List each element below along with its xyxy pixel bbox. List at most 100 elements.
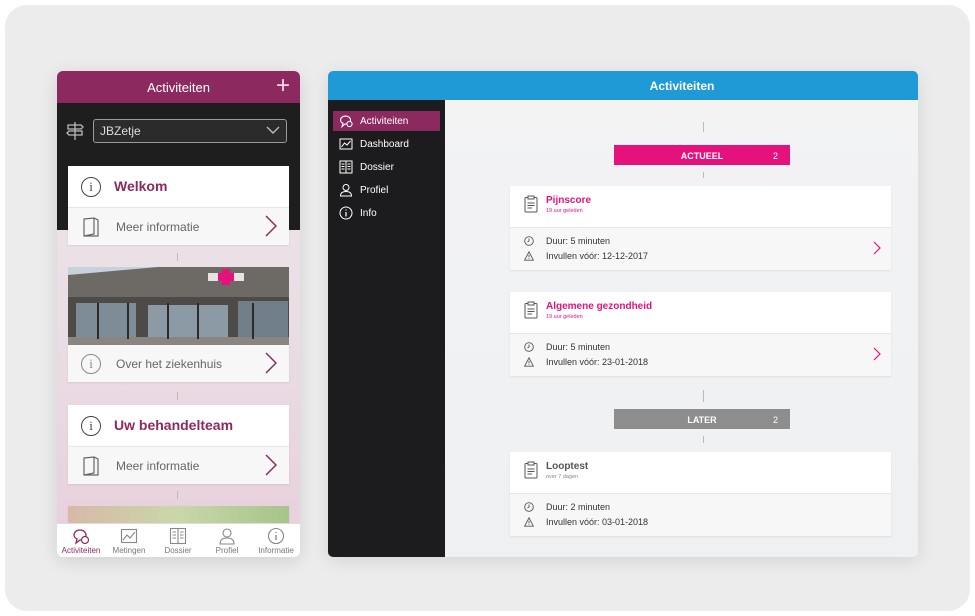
activity-name: Pijnscore (546, 195, 592, 206)
timeline-connector (703, 122, 704, 132)
chart-icon (120, 528, 138, 544)
activity-card-details: Duur: 5 minuten Invullen vóór: 12-12-201… (510, 228, 891, 270)
team-more-info-button[interactable]: Meer informatie (68, 447, 289, 484)
activity-card[interactable]: Pijnscore 19 uur geleden Duur: 5 minuten… (510, 186, 891, 270)
phone-header: Activiteiten + (57, 71, 300, 103)
activity-name: Algemene gezondheid (546, 301, 653, 312)
tab-activiteiten[interactable]: Activiteiten (57, 524, 105, 557)
welkom-title-row: i Welkom (68, 166, 289, 208)
activities-icon (339, 115, 353, 128)
warning-icon (524, 357, 534, 367)
info-icon: i (81, 354, 101, 374)
chart-icon (339, 138, 353, 150)
group-header-actueel: ACTUEEL 2 (614, 145, 790, 165)
team-more-info-label: Meer informatie (116, 459, 200, 473)
group-label: LATER (687, 415, 717, 425)
team-card: i Uw behandelteam Meer informatie (68, 405, 289, 484)
tablet-sidebar: Activiteiten Dashboard Dossier Profiel I… (328, 100, 445, 557)
tab-profiel[interactable]: Profiel (203, 524, 251, 557)
timeline-connector (177, 392, 178, 400)
timeline-connector (177, 491, 178, 499)
activity-deadline: Invullen vóór: 03-01-2018 (546, 517, 649, 527)
hospital-photo (68, 267, 289, 345)
profile-icon (219, 528, 235, 545)
chevron-right-icon (265, 215, 277, 237)
activity-duration: Duur: 5 minuten (546, 342, 611, 352)
sidebar-item-dashboard[interactable]: Dashboard (333, 134, 440, 154)
sidebar-item-info[interactable]: Info (333, 203, 440, 223)
activity-card-header: Algemene gezondheid 19 uur geleden (510, 292, 891, 334)
group-count: 2 (772, 151, 778, 161)
chevron-right-icon (265, 352, 277, 374)
sidebar-item-label: Info (360, 208, 377, 219)
timeline-connector (703, 172, 704, 178)
activity-card[interactable]: Looptest over 7 dagen Duur: 2 minuten In… (510, 452, 891, 536)
activity-duration: Duur: 2 minuten (546, 502, 611, 512)
location-select-value: JBZetje (100, 124, 141, 138)
group-header-later: LATER 2 (614, 409, 790, 429)
tab-label: Informatie (258, 546, 294, 555)
activity-deadline: Invullen vóór: 12-12-2017 (546, 251, 649, 261)
hospital-info-label: Over het ziekenhuis (116, 357, 223, 371)
info-icon (267, 527, 285, 545)
chevron-right-icon (265, 454, 277, 476)
clock-icon (524, 502, 534, 512)
plus-icon[interactable]: + (276, 74, 290, 98)
clipboard-icon (524, 461, 538, 479)
timeline-connector (177, 253, 178, 261)
sidebar-item-profiel[interactable]: Profiel (333, 180, 440, 200)
dossier-icon (169, 527, 187, 545)
activity-time: 19 uur geleden (546, 208, 583, 214)
tablet-header-title: Activiteiten (649, 79, 715, 93)
timeline-connector (703, 436, 704, 443)
sidebar-item-label: Profiel (360, 185, 389, 196)
sidebar-item-label: Activiteiten (360, 116, 409, 127)
activity-card-details: Duur: 2 minuten Invullen vóór: 03-01-201… (510, 494, 891, 536)
chevron-right-icon (873, 241, 881, 255)
team-title: Uw behandelteam (114, 417, 234, 433)
warning-icon (524, 251, 534, 261)
phone-tab-bar: Activiteiten Metingen Dossier Profiel In… (57, 523, 300, 557)
sidebar-item-dossier[interactable]: Dossier (333, 157, 440, 177)
tablet-app: Activiteiten Activiteiten Dashboard Doss… (328, 71, 918, 557)
info-icon: i (81, 416, 101, 436)
activity-duration: Duur: 5 minuten (546, 236, 611, 246)
activity-card[interactable]: Algemene gezondheid 19 uur geleden Duur:… (510, 292, 891, 376)
tab-label: Metingen (112, 546, 146, 555)
hospital-card: i Over het ziekenhuis (68, 345, 289, 382)
activity-time: 19 uur geleden (546, 314, 583, 320)
sidebar-item-label: Dossier (360, 162, 394, 173)
tab-label: Profiel (215, 546, 239, 555)
info-icon: i (81, 177, 101, 197)
sidebar-item-activiteiten[interactable]: Activiteiten (333, 111, 440, 131)
sidebar-item-label: Dashboard (360, 139, 409, 150)
chevron-right-icon (873, 347, 881, 361)
profile-icon (339, 184, 353, 197)
tab-informatie[interactable]: Informatie (252, 524, 300, 557)
activity-time: over 7 dagen (546, 474, 579, 480)
tablet-main: ACTUEEL 2 Pijnscore 19 uur geleden Duur:… (445, 100, 918, 557)
timeline-connector (703, 390, 704, 402)
clock-icon (524, 342, 534, 352)
info-icon (339, 206, 353, 220)
activity-card-details: Duur: 5 minuten Invullen vóór: 23-01-201… (510, 334, 891, 376)
book-icon (83, 456, 99, 476)
activity-card-header: Looptest over 7 dagen (510, 452, 891, 494)
clipboard-icon (524, 301, 538, 319)
tab-metingen[interactable]: Metingen (105, 524, 153, 557)
warning-icon (524, 517, 534, 527)
location-select[interactable]: JBZetje (93, 119, 287, 143)
welkom-title: Welkom (114, 178, 168, 194)
phone-app: Activiteiten + JBZetje i Welkom Meer inf… (57, 71, 300, 557)
activity-deadline: Invullen vóór: 23-01-2018 (546, 357, 649, 367)
activity-name: Looptest (546, 461, 589, 472)
dossier-icon (339, 160, 353, 174)
group-label: ACTUEEL (680, 151, 724, 161)
chevron-down-icon (266, 126, 280, 134)
activities-icon (73, 529, 90, 545)
tab-dossier[interactable]: Dossier (154, 524, 202, 557)
welkom-more-info-label: Meer informatie (116, 220, 200, 234)
hospital-info-button[interactable]: i Over het ziekenhuis (68, 345, 289, 382)
clock-icon (524, 236, 534, 246)
welkom-more-info-button[interactable]: Meer informatie (68, 208, 289, 245)
